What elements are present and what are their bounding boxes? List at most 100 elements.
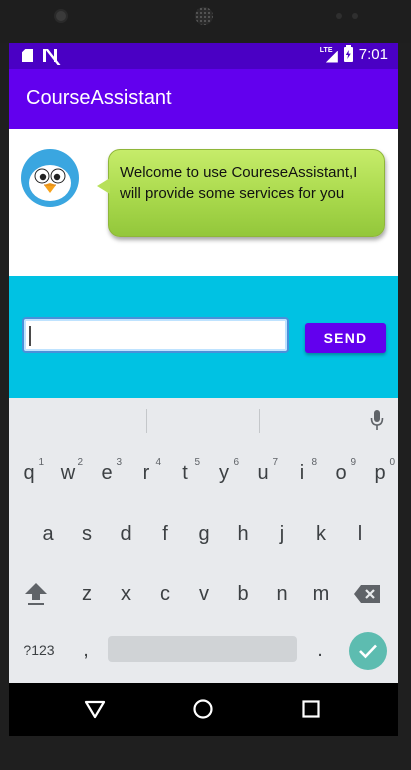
- key-n[interactable]: n: [263, 572, 301, 616]
- signal-icon: LTE: [320, 47, 338, 63]
- recents-button[interactable]: [300, 698, 322, 720]
- symbols-key[interactable]: ?123: [15, 628, 63, 672]
- key-r[interactable]: r4: [127, 451, 165, 495]
- phone-bezel-top: [0, 0, 411, 43]
- home-circle-icon: [193, 699, 213, 719]
- key-label: f: [162, 522, 168, 545]
- key-label: d: [120, 522, 132, 545]
- key-z[interactable]: z: [68, 572, 106, 616]
- key-label: i: [299, 461, 305, 484]
- bird-avatar-icon: [21, 149, 79, 207]
- key-k[interactable]: k: [302, 512, 340, 556]
- key-label: g: [198, 522, 210, 545]
- key-label: u: [257, 461, 269, 484]
- app-bar: CourseAssistant: [9, 69, 398, 129]
- period-key[interactable]: .: [305, 628, 335, 672]
- status-bar: LTE 7:01: [9, 43, 398, 69]
- key-label: q: [23, 461, 35, 484]
- key-label: s: [82, 522, 92, 545]
- message-bubble: Welcome to use CoureseAssistant,I will p…: [97, 149, 385, 237]
- home-button[interactable]: [192, 698, 214, 720]
- key-i[interactable]: i8: [283, 451, 321, 495]
- suggestion-divider: [146, 409, 147, 433]
- back-triangle-icon: [84, 700, 106, 719]
- microphone-icon[interactable]: [370, 409, 384, 431]
- key-hint: 9: [350, 457, 356, 468]
- key-a[interactable]: a: [29, 512, 67, 556]
- key-hint: 4: [155, 457, 161, 468]
- key-label: w: [60, 461, 76, 484]
- key-x[interactable]: x: [107, 572, 145, 616]
- proximity-sensor: [336, 13, 342, 19]
- key-label: k: [316, 522, 326, 545]
- key-w[interactable]: w2: [49, 451, 87, 495]
- key-label: v: [199, 582, 209, 605]
- key-c[interactable]: c: [146, 572, 184, 616]
- front-camera: [56, 11, 66, 21]
- key-h[interactable]: h: [224, 512, 262, 556]
- suggestion-divider: [259, 409, 260, 433]
- network-type: LTE: [319, 46, 333, 54]
- earpiece-speaker: [195, 7, 213, 25]
- key-label: m: [312, 582, 330, 605]
- key-t[interactable]: t5: [166, 451, 204, 495]
- key-hint: 3: [116, 457, 122, 468]
- key-hint: 2: [77, 457, 83, 468]
- key-g[interactable]: g: [185, 512, 223, 556]
- key-label: x: [121, 582, 131, 605]
- backspace-key[interactable]: [347, 572, 387, 616]
- key-hint: 7: [272, 457, 278, 468]
- key-label: l: [357, 522, 363, 545]
- key-hint: 1: [38, 457, 44, 468]
- key-hint: 0: [389, 457, 395, 468]
- key-label: a: [42, 522, 54, 545]
- key-s[interactable]: s: [68, 512, 106, 556]
- key-label: j: [279, 522, 285, 545]
- key-v[interactable]: v: [185, 572, 223, 616]
- app-title: CourseAssistant: [26, 87, 172, 109]
- battery-charging-icon: [343, 45, 353, 62]
- shift-icon: [25, 583, 47, 605]
- sd-card-icon: [22, 49, 33, 62]
- key-l[interactable]: l: [341, 512, 379, 556]
- enter-key[interactable]: [349, 632, 387, 670]
- back-button[interactable]: [84, 698, 106, 720]
- key-o[interactable]: o9: [322, 451, 360, 495]
- composer-panel: SEND: [9, 276, 398, 398]
- key-hint: 5: [194, 457, 200, 468]
- key-y[interactable]: y6: [205, 451, 243, 495]
- text-caret: [29, 326, 31, 346]
- key-e[interactable]: e3: [88, 451, 126, 495]
- light-sensor: [352, 13, 358, 19]
- key-label: z: [82, 582, 92, 605]
- key-label: r: [142, 461, 150, 484]
- navigation-bar: [9, 683, 398, 736]
- space-bar[interactable]: [108, 636, 297, 662]
- key-b[interactable]: b: [224, 572, 262, 616]
- message-text: Welcome to use CoureseAssistant,I will p…: [120, 164, 358, 202]
- suggestion-bar: [9, 398, 398, 441]
- send-button[interactable]: SEND: [305, 323, 386, 353]
- key-d[interactable]: d: [107, 512, 145, 556]
- key-q[interactable]: q1: [10, 451, 48, 495]
- comma-key[interactable]: ,: [71, 628, 101, 672]
- key-p[interactable]: p0: [361, 451, 398, 495]
- key-j[interactable]: j: [263, 512, 301, 556]
- key-u[interactable]: u7: [244, 451, 282, 495]
- recents-square-icon: [302, 700, 320, 718]
- key-label: y: [219, 461, 229, 484]
- key-label: t: [182, 461, 188, 484]
- key-m[interactable]: m: [302, 572, 340, 616]
- key-f[interactable]: f: [146, 512, 184, 556]
- checkmark-icon: [359, 644, 377, 659]
- message-input[interactable]: [22, 317, 289, 353]
- n-notification-icon: [43, 49, 57, 62]
- key-hint: 6: [233, 457, 239, 468]
- soft-keyboard: q1w2e3r4t5y6u7i8o9p0 asdfghjkl zxcvbnm ?…: [9, 398, 398, 683]
- backspace-icon: [354, 585, 380, 603]
- shift-key[interactable]: [17, 572, 55, 616]
- key-label: c: [160, 582, 170, 605]
- chat-area: Welcome to use CoureseAssistant,I will p…: [9, 129, 398, 274]
- key-label: b: [237, 582, 249, 605]
- key-hint: 8: [311, 457, 317, 468]
